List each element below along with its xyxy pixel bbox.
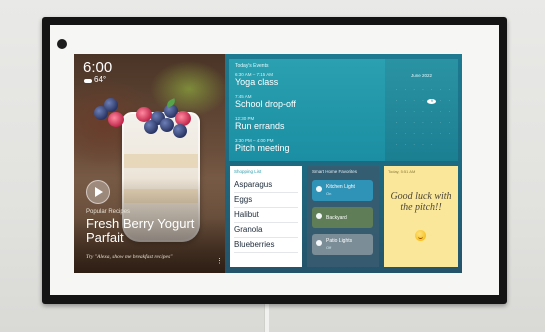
event-name: School drop-off — [235, 99, 296, 109]
raspberry — [108, 112, 124, 127]
calendar-day: · — [422, 110, 424, 114]
voice-hint: Try "Alexa, show me breakfast recipes" — [86, 254, 173, 260]
smart-home-title: Smart Home Favorites — [312, 169, 358, 174]
power-cable — [264, 300, 269, 332]
device-name: Backyard — [326, 215, 347, 221]
calendar-day: · — [395, 121, 398, 125]
calendar-day: · — [404, 99, 406, 103]
event-name: Yoga class — [235, 77, 279, 87]
dashboard-panel: Today's Events 6:30 AM – 7:15 AM Yoga cl… — [225, 54, 462, 273]
calendar-day: · — [413, 132, 415, 136]
calendar-today[interactable]: 9 — [427, 99, 437, 104]
calendar-day: · — [440, 99, 442, 103]
shopping-item[interactable]: Asparagus — [234, 178, 298, 193]
recipe-title[interactable]: Fresh Berry Yogurt Parfait — [86, 217, 216, 245]
calendar-day: · — [395, 132, 398, 136]
calendar-day: · — [404, 132, 406, 136]
calendar-day: · — [395, 99, 398, 103]
calendar-day: · — [422, 132, 424, 136]
blueberry — [173, 124, 187, 138]
cloud-icon — [84, 78, 92, 83]
calendar-day: · — [422, 99, 424, 103]
calendar-month: June 2022 — [410, 73, 433, 78]
recipe-category: Popular Recipes — [86, 209, 131, 215]
jar-layer — [124, 154, 198, 168]
device-kitchen-light[interactable]: Kitchen Light On — [312, 180, 373, 201]
camera-feed-icon — [316, 213, 322, 219]
shopping-item[interactable]: Eggs — [234, 193, 298, 208]
calendar-day: · — [431, 88, 433, 92]
clock-time: 6:00 — [83, 59, 113, 76]
device-name: Kitchen Light — [326, 184, 355, 190]
calendar-day: · — [395, 110, 398, 114]
screen: 6:00 64° Popular Recipes Fresh Berry Yog… — [74, 54, 462, 273]
shopping-list-title: Shopping List — [234, 169, 262, 174]
calendar-day: · — [413, 99, 415, 103]
shopping-item[interactable]: Halibut — [234, 208, 298, 223]
calendar-day: · — [422, 143, 424, 147]
light-bulb-icon — [316, 186, 322, 192]
device-name: Patio Lights — [326, 238, 353, 244]
calendar-day: · — [395, 143, 398, 147]
weather: 64° — [84, 75, 106, 84]
calendar-day: · — [431, 121, 433, 125]
calendar-day: · — [440, 121, 442, 125]
calendar-day: · — [404, 121, 406, 125]
calendar-day: · — [404, 110, 406, 114]
calendar-card[interactable]: June 2022 · · · · · · · · · · · 9 · · · · · · · · · · · · · · ·… — [385, 59, 458, 161]
blueberry — [104, 98, 118, 112]
calendar-day: · — [395, 88, 398, 92]
more-vert-icon[interactable]: ⋮ — [216, 257, 223, 265]
calendar-day: · — [448, 110, 451, 114]
device-backyard[interactable]: Backyard — [312, 207, 373, 228]
recipe-tile[interactable]: 6:00 64° Popular Recipes Fresh Berry Yog… — [74, 54, 225, 273]
shopping-item[interactable]: Granola — [234, 223, 298, 238]
blueberry — [160, 118, 174, 132]
calendar-day: · — [431, 110, 433, 114]
event-item[interactable]: 12:30 PM Run errands — [235, 116, 285, 131]
device-patio-lights[interactable]: Patio Lights Off — [312, 234, 373, 255]
calendar-day: · — [431, 132, 433, 136]
calendar-day: · — [431, 143, 433, 147]
blueberry — [144, 120, 158, 134]
calendar-day: · — [440, 110, 442, 114]
camera-icon — [57, 39, 67, 49]
events-card[interactable]: Today's Events 6:30 AM – 7:15 AM Yoga cl… — [229, 59, 385, 161]
calendar-day: · — [422, 121, 424, 125]
calendar-day: · — [448, 88, 451, 92]
smart-home-card: Smart Home Favorites Kitchen Light On Ba… — [307, 166, 379, 267]
play-icon[interactable] — [86, 180, 110, 204]
calendar-day: · — [404, 88, 406, 92]
smiley-icon — [415, 230, 426, 241]
calendar-day: · — [440, 132, 442, 136]
calendar-day: · — [440, 88, 442, 92]
shopping-list-card[interactable]: Shopping List Asparagus Eggs Halibut Gra… — [230, 166, 302, 267]
event-name: Run errands — [235, 121, 285, 131]
calendar-day: · — [413, 88, 415, 92]
device-state: On — [326, 191, 332, 196]
light-bulb-icon — [316, 240, 322, 246]
calendar-grid: · · · · · · · · · · · 9 · · · · · · · · · · · · · · · · · · · · · · · … — [392, 88, 454, 148]
shopping-item[interactable]: Blueberries — [234, 238, 298, 253]
calendar-day: · — [448, 121, 451, 125]
event-item[interactable]: 6:30 AM – 7:15 AM Yoga class — [235, 72, 278, 87]
sticky-note[interactable]: Today, 5:51 AM Good luck with the pitch!… — [384, 166, 458, 267]
calendar-day: · — [422, 88, 424, 92]
calendar-day: · — [413, 121, 415, 125]
events-title: Today's Events — [235, 63, 269, 69]
event-item[interactable]: 3:30 PM – 4:00 PM Pitch meeting — [235, 138, 290, 153]
calendar-day: · — [404, 143, 406, 147]
calendar-day: · — [413, 110, 415, 114]
calendar-day: · — [448, 99, 451, 103]
calendar-day: · — [448, 132, 451, 136]
note-text: Good luck with the pitch!! — [390, 191, 452, 213]
device-state: Off — [326, 245, 332, 250]
note-date: Today, 5:51 AM — [388, 169, 416, 174]
event-name: Pitch meeting — [235, 143, 290, 153]
temperature: 64° — [94, 75, 107, 84]
event-item[interactable]: 7:45 AM School drop-off — [235, 94, 296, 109]
calendar-day: · — [413, 143, 415, 147]
